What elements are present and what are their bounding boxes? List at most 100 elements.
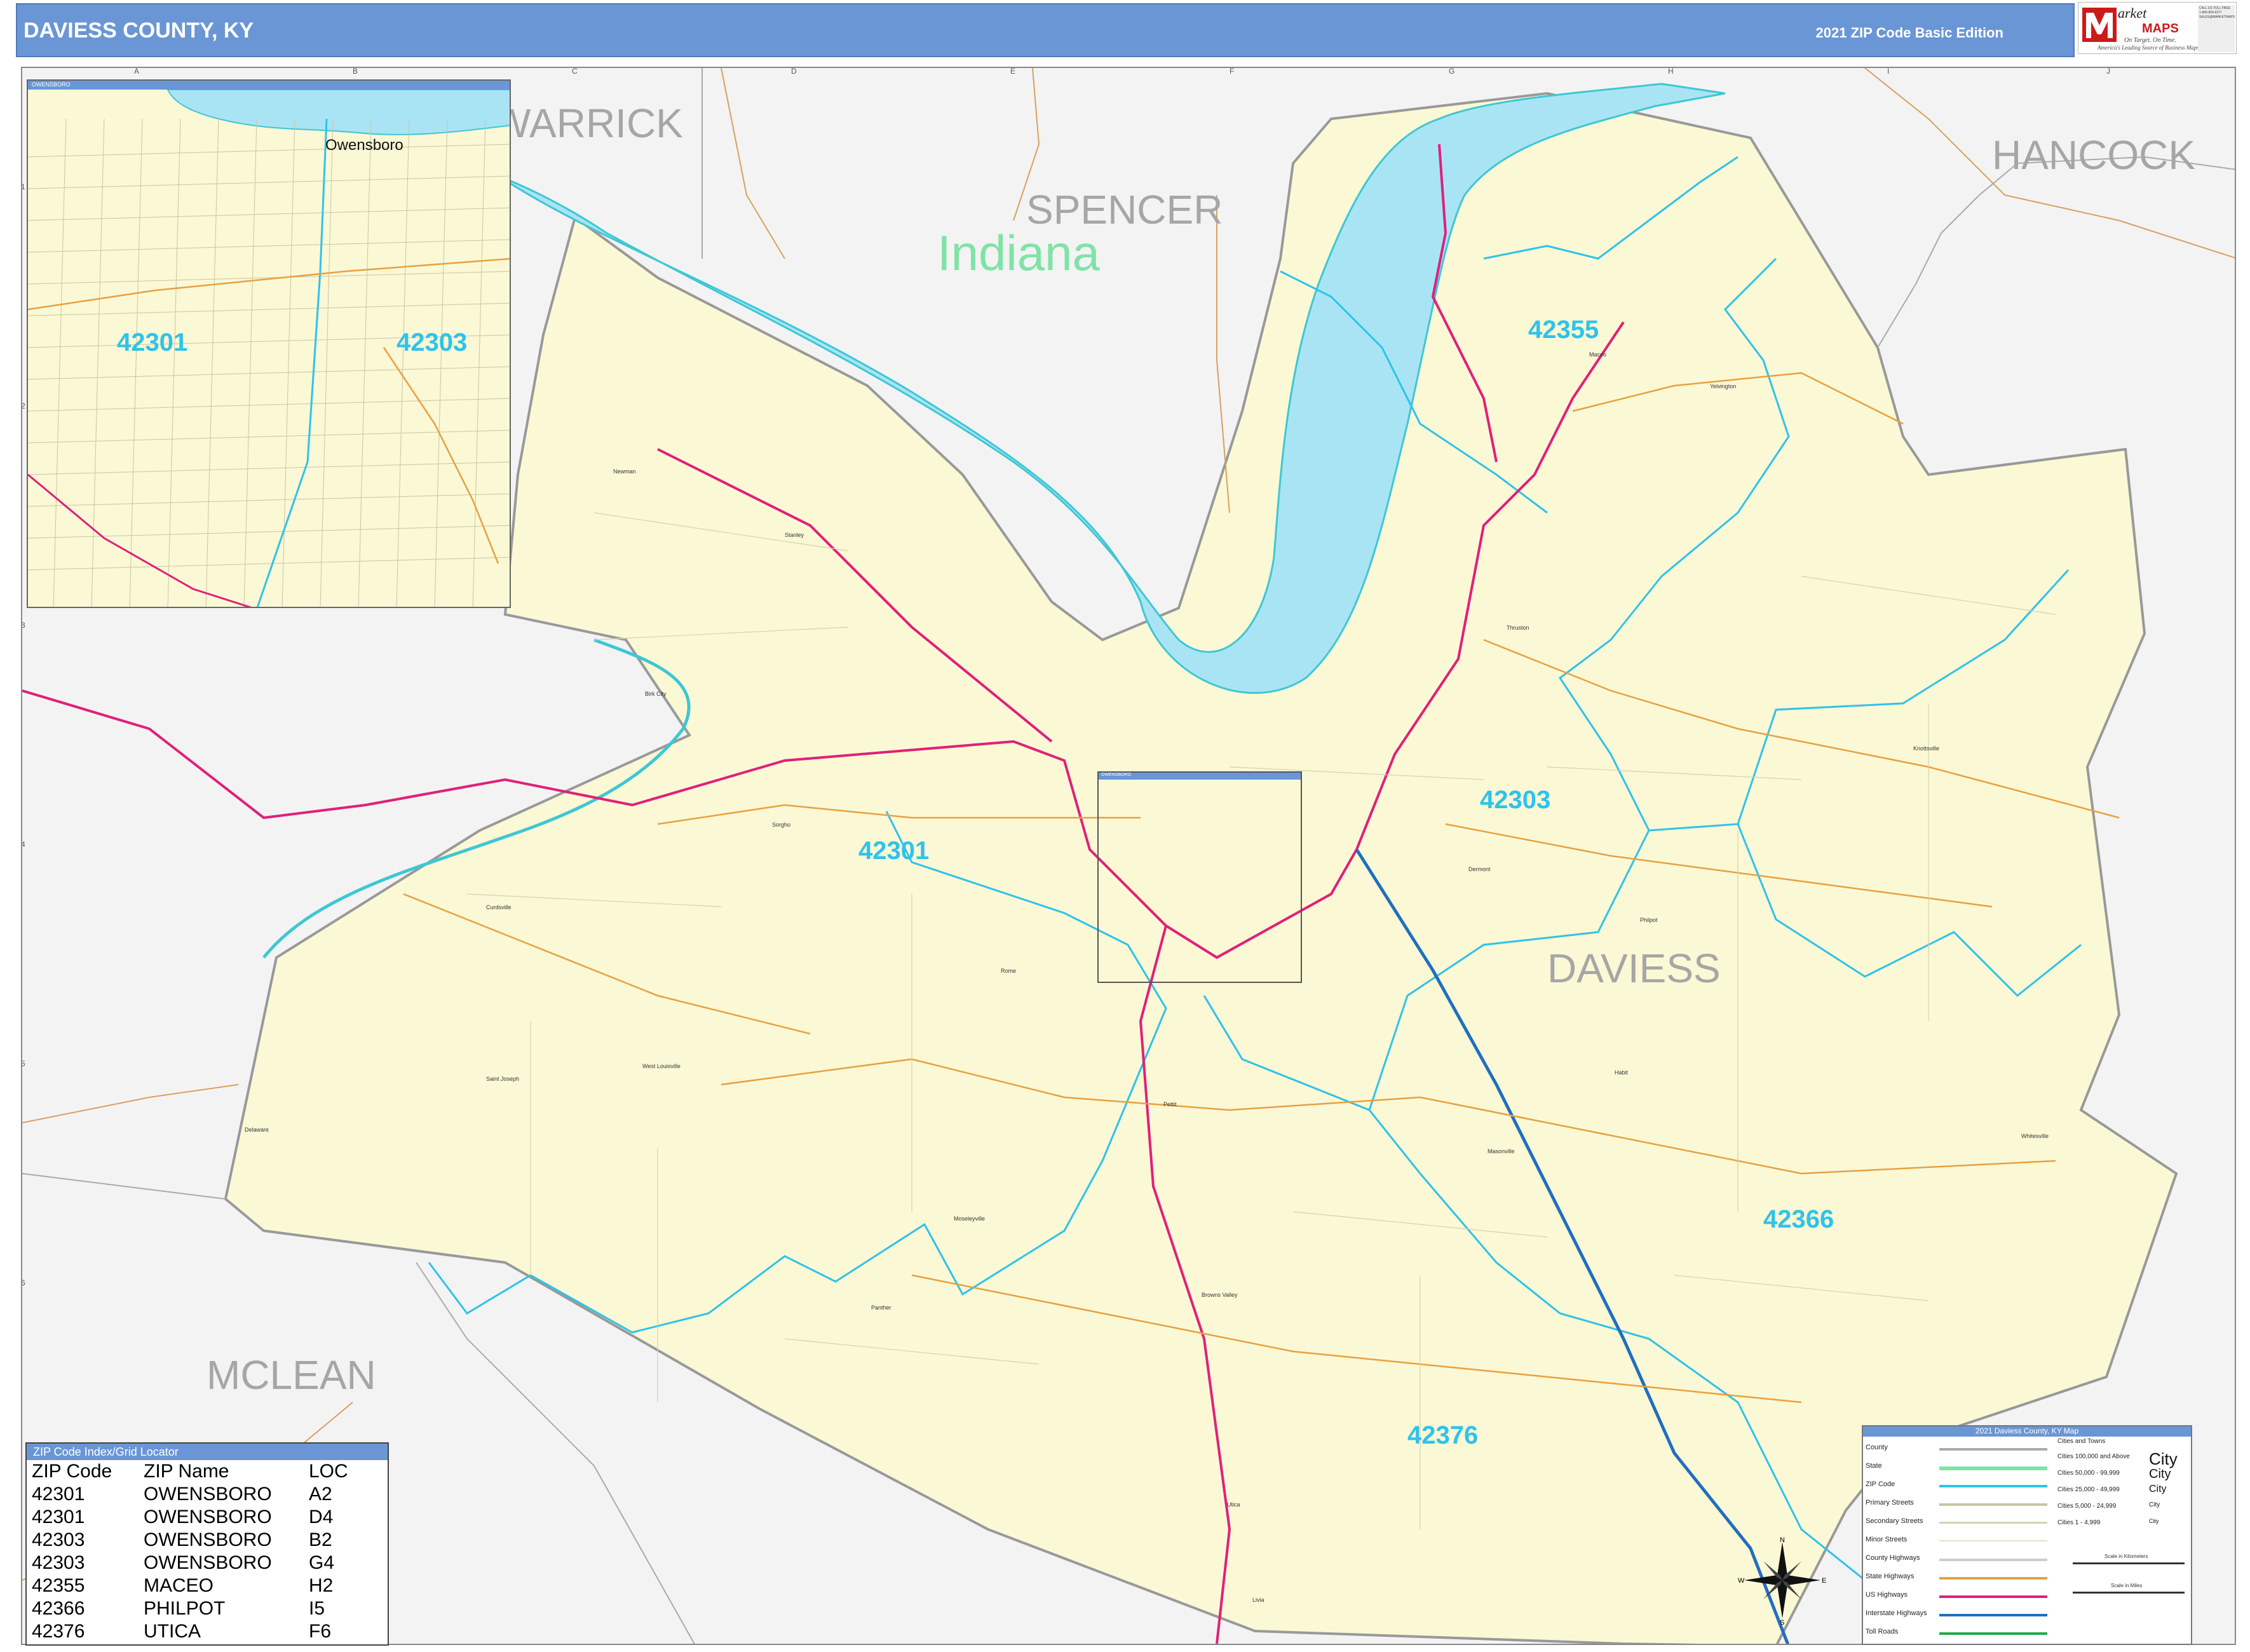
town-label: Philpot: [1640, 917, 1658, 923]
county-label-mclean: MCLEAN: [207, 1352, 376, 1398]
table-row: 42355 MACEO H2: [29, 1574, 348, 1597]
zip-name-cell: OWENSBORO: [144, 1552, 272, 1573]
zip-name-cell: MACEO: [144, 1575, 214, 1596]
legend-swatch-interstate: [1939, 1614, 2047, 1616]
legend-city-sample: City: [2149, 1449, 2178, 1468]
table-row: 42301 OWENSBORO A2: [29, 1483, 348, 1506]
grid-row-label: 5: [21, 1059, 25, 1068]
county-label-daviess: DAVIESS: [1547, 945, 1721, 991]
zip-code-index: ZIP Code Index/Grid Locator ZIP Code ZIP…: [25, 1442, 389, 1646]
inset-zip-label: 42303: [396, 328, 468, 356]
scale-km-bar: [2073, 1562, 2185, 1564]
town-label: Birk City: [645, 691, 667, 697]
grid-col-label: D: [791, 67, 797, 76]
zip-name-cell: OWENSBORO: [144, 1484, 272, 1505]
table-row: 42366 PHILPOT I5: [29, 1597, 348, 1620]
state-label-indiana: Indiana: [937, 225, 1100, 281]
zip-code-cell: 42376: [32, 1621, 85, 1642]
inset-zip-boundary: [256, 118, 328, 607]
town-label: West Louisville: [642, 1063, 681, 1069]
county-label-hancock: HANCOCK: [1992, 132, 2196, 178]
inset-title: OWENSBORO: [32, 81, 71, 88]
zip-name-cell: PHILPOT: [144, 1598, 226, 1619]
market-maps-logo: arket MAPS On Target. On Time. America's…: [2078, 2, 2237, 54]
legend-item: US Highways: [1866, 1591, 1908, 1599]
inset-us-highway: [28, 473, 252, 607]
grid-col-label: A: [134, 67, 140, 76]
table-row: 42303 OWENSBORO B2: [29, 1529, 348, 1552]
grid-row-label: 6: [21, 1278, 25, 1287]
town-label: Maceo: [1589, 351, 1607, 358]
logo-contact: CALL US TOLL FREE 1-800-829-6277 SALES@M…: [2198, 5, 2235, 52]
legend-item: County: [1866, 1444, 1888, 1451]
grid-col-label: C: [572, 67, 578, 76]
grid-col-label: G: [1449, 67, 1455, 76]
zip-loc-cell: B2: [309, 1529, 332, 1550]
compass-s: S: [1780, 1619, 1784, 1625]
legend-item: Secondary Streets: [1866, 1517, 1923, 1525]
legend-item: State Highways: [1866, 1573, 1915, 1580]
inset-zip-label: 42301: [117, 328, 188, 356]
owensboro-inset-map[interactable]: OWENSBORO Owensboro 42301 42303: [27, 79, 511, 608]
map-legend: 2021 Daviess County, KY Map County State…: [1862, 1425, 2192, 1645]
zip-label: 42301: [858, 837, 930, 865]
town-label: Curdsville: [486, 904, 512, 911]
legend-swatch-toll: [1939, 1632, 2047, 1635]
inset-river: [166, 89, 510, 135]
legend-item: Minor Streets: [1866, 1536, 1908, 1543]
town-label: Utica: [1227, 1501, 1240, 1508]
zip-index-header: ZIP Code: [32, 1461, 112, 1482]
legend-swatch-secondary: [1939, 1522, 2047, 1524]
legend-city-class: Cities 100,000 and Above: [2057, 1453, 2130, 1460]
grid-col-label: E: [1010, 67, 1016, 76]
legend-swatch-us-hwy: [1939, 1595, 2047, 1598]
zip-label: 42376: [1407, 1421, 1479, 1449]
grid-row-label: 4: [21, 840, 25, 849]
legend-city-class: Cities 5,000 - 24,999: [2057, 1503, 2117, 1510]
compass-rose-icon: N S E W: [1738, 1536, 1826, 1625]
grid-col-label: I: [1887, 67, 1890, 76]
grid-col-label: F: [1230, 67, 1235, 76]
legend-swatch-state: [1939, 1466, 2047, 1470]
zip-index-table: ZIP Code ZIP Name LOC 42301 OWENSBORO A2 4…: [29, 1460, 348, 1643]
zip-index-header: LOC: [309, 1461, 348, 1482]
zip-loc-cell: I5: [309, 1598, 325, 1619]
inset-header: OWENSBORO: [28, 81, 510, 90]
legend-item: County Highways: [1866, 1554, 1920, 1562]
legend-item: State: [1866, 1462, 1882, 1470]
zip-code-cell: 42301: [32, 1506, 85, 1527]
legend-swatch-county: [1939, 1448, 2047, 1451]
zip-code-cell: 42303: [32, 1552, 85, 1573]
scale-mi-bar: [2073, 1592, 2185, 1594]
zip-loc-cell: F6: [309, 1621, 332, 1642]
legend-item: ZIP Code: [1866, 1480, 1895, 1488]
town-label: Stanley: [785, 532, 804, 538]
legend-title: 2021 Daviess County, KY Map: [1863, 1426, 2191, 1437]
zip-label: 42366: [1763, 1205, 1834, 1233]
grid-col-label: H: [1668, 67, 1674, 76]
legend-item: Primary Streets: [1866, 1499, 1914, 1506]
legend-item: Toll Roads: [1866, 1628, 1899, 1635]
owensboro-detail-box[interactable]: OWENSBORO: [1097, 771, 1302, 983]
town-label: Newman: [613, 468, 636, 475]
legend-city-class: Cities 50,000 - 99,999: [2057, 1470, 2120, 1477]
town-label: Knottsville: [1913, 745, 1940, 752]
compass-w: W: [1738, 1577, 1745, 1585]
inset-bypass: [383, 347, 499, 564]
town-label: Livia: [1252, 1597, 1264, 1603]
town-label: Masonville: [1488, 1148, 1515, 1154]
table-row: 42376 UTICA F6: [29, 1620, 348, 1643]
zip-index-header-row: ZIP Code ZIP Name LOC: [29, 1460, 348, 1483]
town-label: Browns Valley: [1202, 1292, 1238, 1298]
legend-city-sample: City: [2149, 1518, 2159, 1524]
compass-e: E: [1822, 1577, 1826, 1585]
logo-brand-line1: arket: [2118, 5, 2147, 21]
title-bar: DAVIESS COUNTY, KY 2021 ZIP Code Basic E…: [16, 3, 2075, 57]
town-label: Dermont: [1468, 866, 1491, 872]
grid-row-label: 1: [21, 182, 25, 191]
zip-label: 42303: [1480, 786, 1551, 814]
zip-name-cell: OWENSBORO: [144, 1506, 272, 1527]
town-label: Sorgho: [772, 822, 791, 828]
table-row: 42303 OWENSBORO G4: [29, 1552, 348, 1574]
legend-swatch-primary: [1939, 1503, 2047, 1506]
